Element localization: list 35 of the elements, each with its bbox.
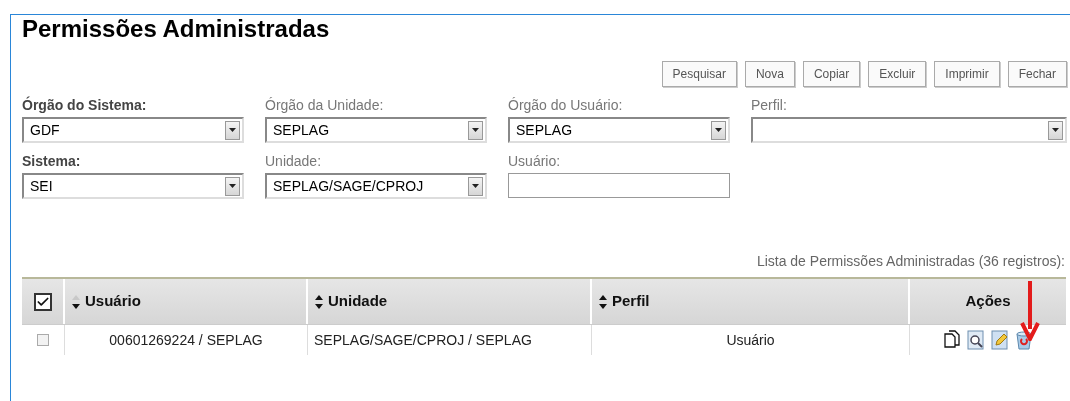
column-header[interactable]: Usuário xyxy=(85,290,141,313)
toolbar-button[interactable]: Nova xyxy=(744,61,795,87)
toolbar-button[interactable]: Pesquisar xyxy=(661,61,737,87)
field-label: Usuário: xyxy=(508,153,562,170)
dropdown-field[interactable]: SEI xyxy=(22,173,244,199)
table-cell-text: 00601269224 / SEPLAG xyxy=(109,330,263,350)
toolbar-button[interactable]: Excluir xyxy=(868,61,927,87)
field-label: Unidade: xyxy=(265,153,323,170)
dropdown-field[interactable]: SEPLAG xyxy=(508,117,730,143)
field-label: Órgão do Usuário: xyxy=(508,97,624,114)
toolbar-button[interactable]: Copiar xyxy=(802,61,861,87)
magnifier-document-icon[interactable] xyxy=(966,330,986,350)
field-label: Órgão do Sistema: xyxy=(22,97,148,114)
table-cell-text: SEPLAG/SAGE/CPROJ / SEPLAG xyxy=(314,330,532,350)
table-caption: Lista de Permissões Administradas (36 registros): xyxy=(756,252,1065,271)
field-label: Perfil: xyxy=(751,97,788,114)
toolbar-button[interactable]: Imprimir xyxy=(934,61,1000,87)
page-title: Permissões Administradas xyxy=(22,15,331,43)
column-header: Ações xyxy=(965,291,1011,312)
dropdown-field[interactable] xyxy=(751,117,1067,143)
field-label: Sistema: xyxy=(22,153,82,170)
pencil-edit-icon[interactable] xyxy=(990,330,1010,350)
dropdown-field[interactable]: GDF xyxy=(22,117,244,143)
copy-document-icon[interactable] xyxy=(942,330,962,350)
column-header[interactable]: Perfil xyxy=(612,290,650,313)
dropdown-field[interactable]: SEPLAG xyxy=(265,117,487,143)
input-field[interactable] xyxy=(508,173,730,198)
column-header[interactable]: Unidade xyxy=(328,290,388,313)
pointer-arrow xyxy=(1020,281,1040,341)
toolbar-button[interactable]: Fechar xyxy=(1007,61,1067,87)
recycle-bin-icon[interactable] xyxy=(1014,330,1034,350)
field-label: Órgão da Unidade: xyxy=(265,97,385,114)
dropdown-field[interactable]: SEPLAG/SAGE/CPROJ xyxy=(265,173,487,199)
table-cell-text: Usuário xyxy=(726,330,775,350)
row-checkbox[interactable] xyxy=(37,334,49,346)
